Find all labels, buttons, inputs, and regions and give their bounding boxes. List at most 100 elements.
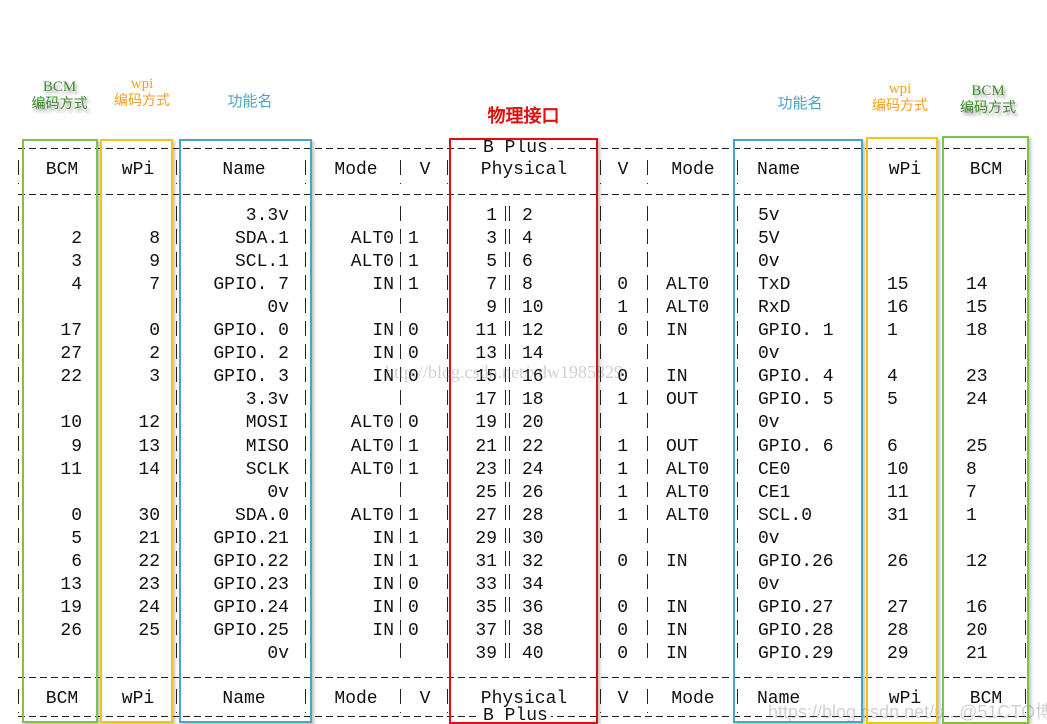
footer-v-right: V: [617, 689, 629, 709]
pin-bcm-left: 5: [71, 528, 82, 549]
pin-bcm-right: 18: [966, 321, 988, 342]
pin-name-right: 0v: [758, 344, 780, 365]
pin-separator: [509, 206, 510, 666]
pin-v-right: 1: [617, 482, 628, 503]
pin-mode-right: IN: [666, 620, 688, 641]
pin-physical-left: 39: [475, 643, 497, 664]
pin-v-right: 1: [617, 390, 628, 411]
pin-name-left: GPIO.22: [213, 551, 289, 572]
header-bcm-left: BCM: [45, 160, 79, 180]
pin-name-left: GPIO. 3: [213, 367, 289, 388]
header-bcm-right: BCM: [969, 160, 1003, 180]
pin-mode-right: ALT0: [666, 459, 710, 480]
pin-name-right: GPIO.28: [758, 620, 834, 641]
pin-name-left: 0v: [267, 482, 289, 503]
right-wpi-subtitle: 编码方式: [872, 98, 928, 114]
pin-v-left: 1: [408, 252, 419, 273]
pin-mode-left: ALT0: [350, 505, 394, 526]
pin-wpi-left: 21: [138, 528, 160, 549]
pin-v-left: 0: [408, 574, 419, 595]
pin-physical-right: 24: [522, 459, 544, 480]
column-separator: [176, 160, 177, 184]
left-bcm-annotation: BCM 编码方式: [22, 78, 97, 113]
pin-mode-left: ALT0: [350, 252, 394, 273]
pin-wpi-right: 31: [887, 505, 909, 526]
pin-wpi-right: 1: [887, 321, 898, 342]
pin-v-left: 1: [408, 528, 419, 549]
pin-mode-right: OUT: [666, 436, 699, 457]
table-rule: [18, 194, 1028, 195]
pin-physical-left: 1: [486, 206, 497, 226]
column-separator: [176, 689, 177, 713]
pin-mode-right: ALT0: [666, 298, 710, 319]
pin-v-right: 0: [617, 597, 628, 618]
pin-bcm-left: 0: [71, 505, 82, 526]
pin-v-right: 1: [617, 459, 628, 480]
left-name-annotation: 功能名: [227, 92, 273, 110]
pin-v-left: 1: [408, 436, 419, 457]
pin-wpi-left: 8: [149, 229, 160, 250]
column-separator: [737, 160, 738, 184]
footer-mode-left: Mode: [334, 689, 378, 709]
pin-bcm-right: 7: [966, 482, 977, 503]
pin-name-right: 0v: [758, 252, 780, 273]
pin-physical-right: 38: [522, 620, 544, 641]
pin-physical-left: 25: [475, 482, 497, 503]
pin-wpi-left: 3: [149, 367, 160, 388]
pin-separator: [505, 206, 506, 666]
pin-v-left: 1: [408, 459, 419, 480]
pin-physical-left: 27: [475, 505, 497, 526]
pin-name-right: 5V: [758, 229, 780, 250]
pin-mode-left: IN: [372, 620, 394, 641]
pin-bcm-left: 4: [71, 275, 82, 296]
pin-physical-left: 35: [475, 597, 497, 618]
pin-physical-left: 37: [475, 620, 497, 641]
pin-name-right: GPIO. 5: [758, 390, 834, 411]
pin-physical-right: 34: [522, 574, 544, 595]
pin-v-left: 0: [408, 620, 419, 641]
table-rule: [18, 677, 1028, 678]
right-bcm-subtitle: 编码方式: [960, 100, 1016, 116]
pin-physical-left: 29: [475, 528, 497, 549]
header-mode-right: Mode: [671, 160, 715, 180]
pin-bcm-right: 23: [966, 367, 988, 388]
header-v-left: V: [419, 160, 431, 180]
column-separator: [400, 689, 401, 713]
pin-name-left: MISO: [245, 436, 289, 457]
right-name-annotation: 功能名: [777, 94, 823, 112]
pin-mode-left: ALT0: [350, 436, 394, 457]
column-separator: [447, 206, 448, 666]
column-separator: [600, 160, 601, 184]
pin-wpi-right: 4: [887, 367, 898, 388]
pin-mode-right: IN: [666, 597, 688, 618]
pin-physical-right: 32: [522, 551, 544, 572]
right-wpi-annotation: wpi 编码方式: [862, 80, 938, 115]
board-label: B Plus: [480, 139, 551, 157]
pin-v-right: 0: [617, 275, 628, 296]
pin-physical-right: 4: [522, 229, 533, 250]
pin-mode-left: IN: [372, 275, 394, 296]
pin-bcm-left: 3: [71, 252, 82, 273]
pin-v-right: 0: [617, 321, 628, 342]
pin-physical-left: 3: [486, 229, 497, 250]
pin-v-right: 0: [617, 551, 628, 572]
pin-name-right: RxD: [758, 298, 791, 319]
header-wpi-left: wPi: [121, 160, 155, 180]
column-separator: [447, 160, 448, 184]
right-bcm-annotation: BCM 编码方式: [948, 82, 1028, 117]
pin-mode-left: IN: [372, 367, 394, 388]
pin-physical-left: 17: [475, 390, 497, 411]
pin-wpi-left: 25: [138, 620, 160, 641]
pin-name-right: CE0: [758, 459, 791, 480]
pin-name-left: SDA.1: [234, 229, 289, 250]
pin-wpi-right: 16: [887, 298, 909, 319]
column-separator: [647, 689, 648, 713]
pin-physical-right: 6: [522, 252, 533, 273]
header-wpi-right: wPi: [888, 160, 922, 180]
header-name-right: Name: [757, 160, 801, 180]
pin-name-left: GPIO.21: [213, 528, 289, 549]
pin-name-right: GPIO. 6: [758, 436, 834, 457]
pin-name-right: 0v: [758, 413, 780, 434]
pin-physical-right: 20: [522, 413, 544, 434]
pin-name-right: CE1: [758, 482, 791, 503]
